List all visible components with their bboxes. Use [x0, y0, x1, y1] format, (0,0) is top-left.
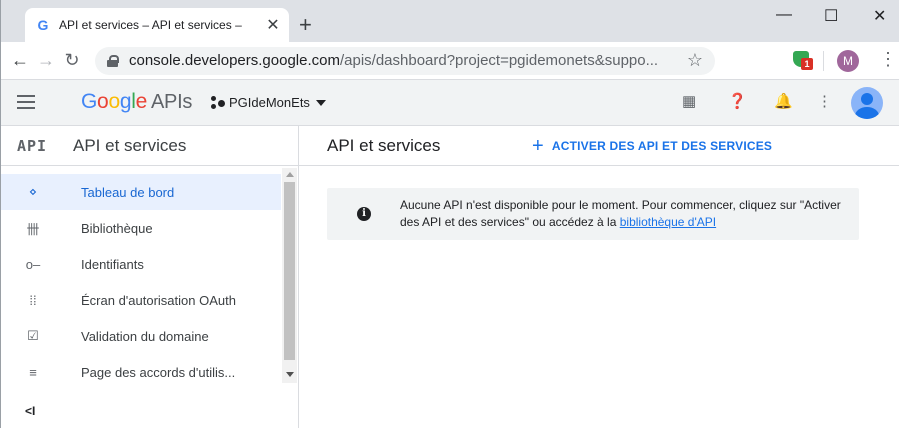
main-content: API et services + ACTIVER DES API ET DES…	[299, 126, 899, 428]
sidebar-nav: ⋄ Tableau de bord 卌 Bibliothèque o‒ Iden…	[1, 174, 281, 390]
browser-tab[interactable]: G API et services – API et services – ✕	[25, 8, 289, 42]
sidebar-item-library[interactable]: 卌 Bibliothèque	[1, 210, 281, 246]
sidebar-item-dashboard[interactable]: ⋄ Tableau de bord	[1, 174, 281, 210]
url-text[interactable]: console.developers.google.com/apis/dashb…	[129, 52, 681, 69]
page-title: API et services	[327, 135, 441, 155]
close-window-button[interactable]: ✕	[873, 6, 886, 26]
tab-close-icon[interactable]: ✕	[265, 17, 281, 34]
scroll-down-arrow-icon[interactable]	[286, 372, 294, 377]
sidebar-item-credentials[interactable]: o‒ Identifiants	[1, 246, 281, 282]
key-icon: o‒	[25, 256, 41, 272]
info-icon: i	[357, 207, 371, 221]
sidebar-item-usage-agreements[interactable]: ≡ Page des accords d'utilis...	[1, 354, 281, 390]
google-apis-logo[interactable]: Google APIs	[81, 90, 192, 114]
browser-toolbar: ← → ↻ console.developers.google.com/apis…	[1, 42, 899, 80]
api-logo-icon: API	[17, 136, 48, 155]
maximize-button[interactable]: ☐	[824, 6, 838, 26]
new-tab-button[interactable]: +	[299, 14, 312, 36]
forward-arrow-icon[interactable]: →	[33, 50, 59, 71]
sidebar-item-label: Tableau de bord	[81, 184, 175, 200]
address-bar[interactable]: console.developers.google.com/apis/dashb…	[95, 46, 715, 75]
back-arrow-icon[interactable]: ←	[7, 50, 33, 71]
google-favicon-icon: G	[37, 17, 49, 33]
console-header: Google APIs PGIdeMonEts	[1, 80, 899, 126]
minimize-button[interactable]: —	[776, 6, 792, 24]
extension-shield-icon[interactable]: 1	[793, 50, 813, 70]
settings-list-icon: ≡	[29, 364, 37, 380]
project-selector[interactable]: PGIdeMonEts	[211, 95, 326, 110]
sidebar-item-oauth-consent[interactable]: ⁞⁞ Écran d'autorisation OAuth	[1, 282, 281, 318]
sidebar-title: API et services	[73, 135, 187, 155]
lock-icon[interactable]	[107, 54, 119, 67]
main-header: API et services + ACTIVER DES API ET DES…	[299, 126, 899, 166]
browser-menu-icon[interactable]: ⋮	[879, 49, 897, 70]
dashboard-icon: ⋄	[28, 184, 38, 199]
library-icon: 卌	[26, 221, 40, 237]
dropdown-caret-icon	[315, 99, 326, 106]
sidebar: API API et services ⋄ Tableau de bord 卌 …	[1, 126, 299, 428]
scrollbar-thumb[interactable]	[284, 182, 295, 360]
enable-apis-label: ACTIVER DES API ET DES SERVICES	[551, 138, 773, 153]
gift-icon[interactable]: ▦	[682, 92, 696, 110]
sidebar-item-label: Page des accords d'utilis...	[81, 364, 236, 380]
consent-icon: ⁞⁞	[29, 292, 37, 308]
more-options-icon[interactable]: ⋮	[817, 92, 832, 110]
browser-window: G API et services – API et services – ✕ …	[0, 0, 899, 428]
help-icon[interactable]: ❓	[728, 92, 747, 110]
enable-apis-button[interactable]: + ACTIVER DES API ET DES SERVICES	[532, 134, 773, 157]
sidebar-item-domain-verification[interactable]: ☑ Validation du domaine	[1, 318, 281, 354]
sidebar-scrollbar[interactable]	[282, 168, 297, 383]
tab-strip: G API et services – API et services – ✕ …	[1, 0, 899, 42]
toolbar-divider	[823, 51, 824, 71]
sidebar-item-label: Identifiants	[81, 256, 144, 272]
reload-icon[interactable]: ↻	[59, 50, 85, 71]
sidebar-item-label: Écran d'autorisation OAuth	[81, 292, 236, 308]
tab-title: API et services – API et services –	[59, 18, 242, 32]
sidebar-item-label: Validation du domaine	[81, 328, 209, 344]
extension-badge: 1	[801, 58, 813, 70]
api-library-link[interactable]: bibliothèque d'API	[620, 215, 716, 229]
plus-icon: +	[532, 134, 544, 157]
bookmark-star-icon[interactable]: ☆	[687, 50, 703, 71]
sidebar-item-label: Bibliothèque	[81, 220, 153, 236]
profile-avatar[interactable]: M	[837, 50, 859, 72]
hamburger-menu-icon[interactable]	[17, 95, 35, 109]
notice-text: Aucune API n'est disponible pour le mome…	[400, 198, 841, 229]
project-name: PGIdeMonEts	[229, 95, 310, 110]
notifications-bell-icon[interactable]: 🔔	[774, 92, 793, 110]
scroll-up-arrow-icon[interactable]	[286, 172, 294, 177]
sidebar-header: API API et services	[1, 126, 298, 166]
info-notice: i Aucune API n'est disponible pour le mo…	[327, 188, 859, 240]
project-icon	[211, 95, 225, 110]
account-avatar[interactable]	[851, 87, 883, 119]
collapse-sidebar-icon[interactable]: <I	[25, 404, 35, 418]
checkbox-icon: ☑	[27, 328, 39, 343]
